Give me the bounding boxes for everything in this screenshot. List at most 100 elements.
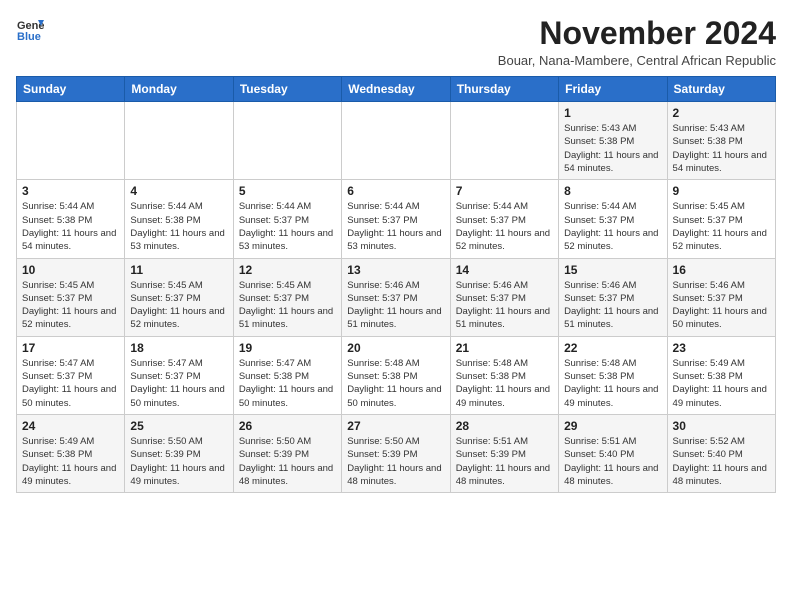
calendar-week-row: 24 Sunrise: 5:49 AM Sunset: 5:38 PM Dayli…: [17, 414, 776, 492]
day-info: Sunrise: 5:47 AM Sunset: 5:37 PM Dayligh…: [130, 357, 227, 410]
calendar-cell: 27 Sunrise: 5:50 AM Sunset: 5:39 PM Dayli…: [342, 414, 450, 492]
calendar-cell: 29Sunrise: 5:51 AM Sunset: 5:40 PM Dayli…: [559, 414, 667, 492]
day-number: 25: [130, 419, 227, 433]
day-number: 23: [673, 341, 770, 355]
day-info: Sunrise: 5:45 AM Sunset: 5:37 PM Dayligh…: [130, 279, 227, 332]
calendar-cell: 20 Sunrise: 5:48 AM Sunset: 5:38 PM Dayli…: [342, 336, 450, 414]
calendar-cell: 30 Sunrise: 5:52 AM Sunset: 5:40 PM Dayli…: [667, 414, 775, 492]
calendar-cell: 9Sunrise: 5:45 AM Sunset: 5:37 PM Daylig…: [667, 180, 775, 258]
calendar-cell: [233, 102, 341, 180]
day-info: Sunrise: 5:49 AM Sunset: 5:38 PM Dayligh…: [22, 435, 119, 488]
day-number: 14: [456, 263, 553, 277]
calendar-cell: 23 Sunrise: 5:49 AM Sunset: 5:38 PM Dayli…: [667, 336, 775, 414]
day-info: Sunrise: 5:44 AM Sunset: 5:38 PM Dayligh…: [22, 200, 119, 253]
weekday-header: Thursday: [450, 77, 558, 102]
day-info: Sunrise: 5:44 AM Sunset: 5:37 PM Dayligh…: [239, 200, 336, 253]
location-subtitle: Bouar, Nana-Mambere, Central African Rep…: [498, 53, 776, 68]
day-info: Sunrise: 5:43 AM Sunset: 5:38 PM Dayligh…: [564, 122, 661, 175]
calendar-table: SundayMondayTuesdayWednesdayThursdayFrid…: [16, 76, 776, 493]
calendar-cell: [17, 102, 125, 180]
day-number: 16: [673, 263, 770, 277]
day-number: 28: [456, 419, 553, 433]
day-number: 18: [130, 341, 227, 355]
calendar-cell: 26 Sunrise: 5:50 AM Sunset: 5:39 PM Dayli…: [233, 414, 341, 492]
calendar-week-row: 10 Sunrise: 5:45 AM Sunset: 5:37 PM Dayli…: [17, 258, 776, 336]
day-info: Sunrise: 5:52 AM Sunset: 5:40 PM Dayligh…: [673, 435, 770, 488]
day-info: Sunrise: 5:45 AM Sunset: 5:37 PM Dayligh…: [22, 279, 119, 332]
day-number: 30: [673, 419, 770, 433]
calendar-cell: 5 Sunrise: 5:44 AM Sunset: 5:37 PM Daylig…: [233, 180, 341, 258]
day-info: Sunrise: 5:46 AM Sunset: 5:37 PM Dayligh…: [564, 279, 661, 332]
calendar-cell: 15 Sunrise: 5:46 AM Sunset: 5:37 PM Dayli…: [559, 258, 667, 336]
calendar-cell: 22 Sunrise: 5:48 AM Sunset: 5:38 PM Dayli…: [559, 336, 667, 414]
day-info: Sunrise: 5:50 AM Sunset: 5:39 PM Dayligh…: [347, 435, 444, 488]
calendar-cell: 13 Sunrise: 5:46 AM Sunset: 5:37 PM Dayli…: [342, 258, 450, 336]
day-number: 22: [564, 341, 661, 355]
day-info: Sunrise: 5:45 AM Sunset: 5:37 PM Dayligh…: [239, 279, 336, 332]
calendar-cell: 3 Sunrise: 5:44 AM Sunset: 5:38 PM Daylig…: [17, 180, 125, 258]
calendar-week-row: 3 Sunrise: 5:44 AM Sunset: 5:38 PM Daylig…: [17, 180, 776, 258]
calendar-cell: 17Sunrise: 5:47 AM Sunset: 5:37 PM Dayli…: [17, 336, 125, 414]
calendar-cell: 16 Sunrise: 5:46 AM Sunset: 5:37 PM Dayli…: [667, 258, 775, 336]
day-info: Sunrise: 5:44 AM Sunset: 5:37 PM Dayligh…: [347, 200, 444, 253]
day-number: 27: [347, 419, 444, 433]
day-number: 6: [347, 184, 444, 198]
logo-icon: General Blue: [16, 16, 44, 44]
weekday-header-row: SundayMondayTuesdayWednesdayThursdayFrid…: [17, 77, 776, 102]
day-number: 8: [564, 184, 661, 198]
calendar-cell: 4 Sunrise: 5:44 AM Sunset: 5:38 PM Daylig…: [125, 180, 233, 258]
day-number: 19: [239, 341, 336, 355]
day-info: Sunrise: 5:47 AM Sunset: 5:37 PM Dayligh…: [22, 357, 119, 410]
day-info: Sunrise: 5:49 AM Sunset: 5:38 PM Dayligh…: [673, 357, 770, 410]
calendar-cell: [342, 102, 450, 180]
day-number: 1: [564, 106, 661, 120]
calendar-cell: 2 Sunrise: 5:43 AM Sunset: 5:38 PM Daylig…: [667, 102, 775, 180]
calendar-cell: 19 Sunrise: 5:47 AM Sunset: 5:38 PM Dayli…: [233, 336, 341, 414]
logo: General Blue: [16, 16, 44, 44]
day-number: 10: [22, 263, 119, 277]
calendar-cell: 8 Sunrise: 5:44 AM Sunset: 5:37 PM Daylig…: [559, 180, 667, 258]
day-info: Sunrise: 5:46 AM Sunset: 5:37 PM Dayligh…: [673, 279, 770, 332]
day-info: Sunrise: 5:51 AM Sunset: 5:40 PM Dayligh…: [564, 435, 661, 488]
calendar-cell: 21Sunrise: 5:48 AM Sunset: 5:38 PM Dayli…: [450, 336, 558, 414]
calendar-cell: 12 Sunrise: 5:45 AM Sunset: 5:37 PM Dayli…: [233, 258, 341, 336]
day-info: Sunrise: 5:50 AM Sunset: 5:39 PM Dayligh…: [239, 435, 336, 488]
day-number: 12: [239, 263, 336, 277]
calendar-cell: 14 Sunrise: 5:46 AM Sunset: 5:37 PM Dayli…: [450, 258, 558, 336]
day-info: Sunrise: 5:47 AM Sunset: 5:38 PM Dayligh…: [239, 357, 336, 410]
day-info: Sunrise: 5:44 AM Sunset: 5:37 PM Dayligh…: [564, 200, 661, 253]
day-number: 2: [673, 106, 770, 120]
day-info: Sunrise: 5:48 AM Sunset: 5:38 PM Dayligh…: [347, 357, 444, 410]
day-number: 24: [22, 419, 119, 433]
calendar-week-row: 17Sunrise: 5:47 AM Sunset: 5:37 PM Dayli…: [17, 336, 776, 414]
weekday-header: Friday: [559, 77, 667, 102]
calendar-cell: [125, 102, 233, 180]
day-number: 4: [130, 184, 227, 198]
calendar-cell: 28Sunrise: 5:51 AM Sunset: 5:39 PM Dayli…: [450, 414, 558, 492]
day-number: 3: [22, 184, 119, 198]
calendar-week-row: 1 Sunrise: 5:43 AM Sunset: 5:38 PM Daylig…: [17, 102, 776, 180]
day-info: Sunrise: 5:44 AM Sunset: 5:38 PM Dayligh…: [130, 200, 227, 253]
calendar-cell: 11Sunrise: 5:45 AM Sunset: 5:37 PM Dayli…: [125, 258, 233, 336]
calendar-cell: 1 Sunrise: 5:43 AM Sunset: 5:38 PM Daylig…: [559, 102, 667, 180]
day-number: 15: [564, 263, 661, 277]
day-number: 13: [347, 263, 444, 277]
day-number: 7: [456, 184, 553, 198]
calendar-cell: 6 Sunrise: 5:44 AM Sunset: 5:37 PM Daylig…: [342, 180, 450, 258]
day-number: 26: [239, 419, 336, 433]
page-header: General Blue November 2024 Bouar, Nana-M…: [16, 16, 776, 68]
weekday-header: Monday: [125, 77, 233, 102]
calendar-cell: 25 Sunrise: 5:50 AM Sunset: 5:39 PM Dayli…: [125, 414, 233, 492]
day-number: 20: [347, 341, 444, 355]
day-info: Sunrise: 5:48 AM Sunset: 5:38 PM Dayligh…: [564, 357, 661, 410]
svg-text:Blue: Blue: [17, 31, 41, 43]
day-info: Sunrise: 5:46 AM Sunset: 5:37 PM Dayligh…: [456, 279, 553, 332]
calendar-cell: [450, 102, 558, 180]
calendar-cell: 7Sunrise: 5:44 AM Sunset: 5:37 PM Daylig…: [450, 180, 558, 258]
day-number: 5: [239, 184, 336, 198]
day-info: Sunrise: 5:48 AM Sunset: 5:38 PM Dayligh…: [456, 357, 553, 410]
day-info: Sunrise: 5:43 AM Sunset: 5:38 PM Dayligh…: [673, 122, 770, 175]
day-info: Sunrise: 5:50 AM Sunset: 5:39 PM Dayligh…: [130, 435, 227, 488]
weekday-header: Tuesday: [233, 77, 341, 102]
day-info: Sunrise: 5:46 AM Sunset: 5:37 PM Dayligh…: [347, 279, 444, 332]
